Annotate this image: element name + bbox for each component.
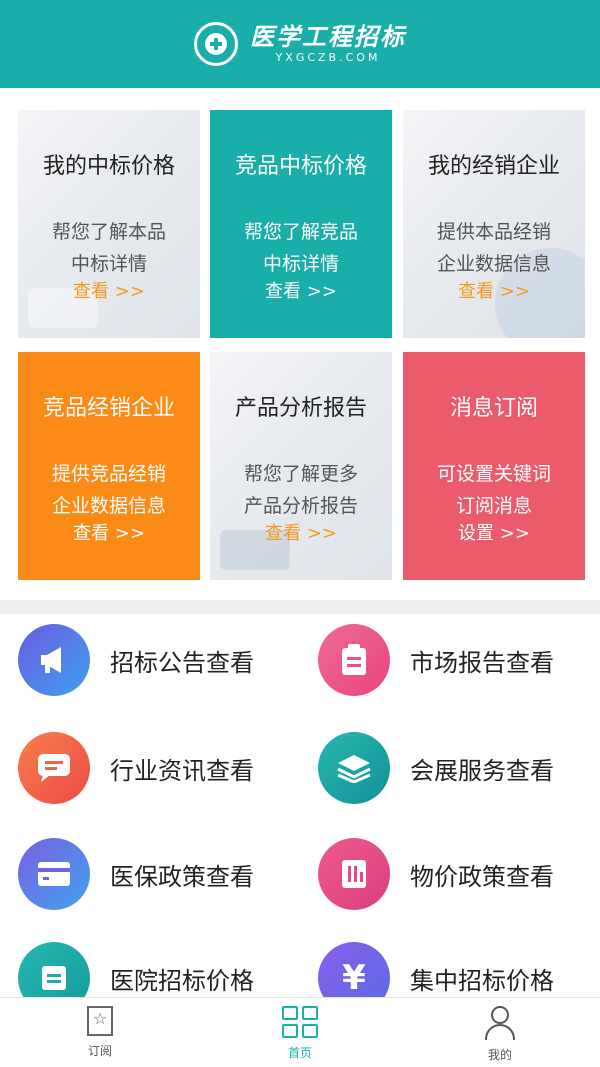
card-view-link[interactable]: 查看 >> — [210, 520, 392, 548]
message-icon — [18, 732, 90, 804]
card-my-distributors[interactable]: 我的经销企业 提供本品经销 企业数据信息 查看 >> — [403, 110, 585, 338]
card-title: 我的中标价格 — [42, 154, 175, 179]
card-competitor-bid-price[interactable]: 竞品中标价格 帮您了解竞品 中标详情 查看 >> — [210, 110, 392, 338]
card-desc: 提供本品经销 企业数据信息 — [436, 221, 551, 275]
card-view-link[interactable]: 查看 >> — [403, 278, 585, 306]
card-view-link[interactable]: 查看 >> — [210, 278, 392, 306]
card-title: 产品分析报告 — [234, 396, 367, 421]
brand-domain: YXGCZB.COM — [275, 51, 381, 64]
menu-label: 集中招标价格 — [410, 966, 554, 995]
menu-exhibition-services[interactable]: 会展服务查看 — [318, 730, 598, 806]
tab-subscribe[interactable]: ☆ 订阅 — [0, 998, 200, 1067]
card-product-report[interactable]: 产品分析报告 帮您了解更多 产品分析报告 查看 >> — [210, 352, 392, 580]
tab-profile[interactable]: 我的 — [400, 998, 600, 1067]
card-view-link[interactable]: 查看 >> — [18, 278, 200, 306]
bottom-tab-bar: ☆ 订阅 首页 我的 — [0, 997, 600, 1067]
menu-market-reports[interactable]: 市场报告查看 — [318, 622, 598, 698]
tab-label: 订阅 — [87, 1044, 112, 1058]
card-message-subscription[interactable]: 消息订阅 可设置关键词 订阅消息 设置 >> — [403, 352, 585, 580]
megaphone-icon — [18, 624, 90, 696]
card-icon — [18, 838, 90, 910]
card-competitor-distributors[interactable]: 竞品经销企业 提供竞品经销 企业数据信息 查看 >> — [18, 352, 200, 580]
card-desc: 帮您了解更多 产品分析报告 — [243, 463, 358, 517]
layers-icon — [318, 732, 390, 804]
tab-label: 首页 — [287, 1046, 312, 1060]
medical-cross-logo-icon — [194, 22, 238, 66]
card-title: 消息订阅 — [449, 396, 538, 421]
menu-label: 市场报告查看 — [410, 648, 554, 677]
card-settings-link[interactable]: 设置 >> — [403, 520, 585, 548]
brand-name: 医学工程招标 — [250, 22, 406, 51]
menu-label: 医保政策查看 — [110, 862, 254, 891]
card-title: 竞品中标价格 — [234, 154, 367, 179]
menu-insurance-policy[interactable]: 医保政策查看 — [18, 836, 298, 912]
menu-label: 行业资讯查看 — [110, 756, 254, 785]
document-icon — [318, 838, 390, 910]
card-desc: 提供竞品经销 企业数据信息 — [51, 463, 166, 517]
brand: 医学工程招标 YXGCZB.COM — [250, 23, 406, 65]
card-my-bid-price[interactable]: 我的中标价格 帮您了解本品 中标详情 查看 >> — [18, 110, 200, 338]
menu-label: 医院招标价格 — [110, 966, 254, 995]
grid-icon — [282, 1006, 318, 1038]
menu-label: 会展服务查看 — [410, 756, 554, 785]
menu-industry-news[interactable]: 行业资讯查看 — [18, 730, 298, 806]
section-divider — [0, 600, 600, 614]
card-desc: 帮您了解竞品 中标详情 — [243, 221, 358, 275]
card-desc: 帮您了解本品 中标详情 — [51, 221, 166, 275]
user-icon — [482, 1006, 518, 1040]
app-header: 医学工程招标 YXGCZB.COM — [0, 0, 600, 88]
card-view-link[interactable]: 查看 >> — [18, 520, 200, 548]
menu-tender-announcements[interactable]: 招标公告查看 — [18, 622, 298, 698]
star-bookmark-icon: ☆ — [87, 1006, 113, 1036]
card-title: 竞品经销企业 — [42, 396, 175, 421]
card-title: 我的经销企业 — [427, 154, 560, 179]
menu-label: 招标公告查看 — [110, 648, 254, 677]
clipboard-icon — [318, 624, 390, 696]
menu-label: 物价政策查看 — [410, 862, 554, 891]
menu-pricing-policy[interactable]: 物价政策查看 — [318, 836, 598, 912]
card-desc: 可设置关键词 订阅消息 — [436, 463, 551, 517]
tab-label: 我的 — [487, 1048, 512, 1062]
tab-home[interactable]: 首页 — [200, 998, 400, 1067]
